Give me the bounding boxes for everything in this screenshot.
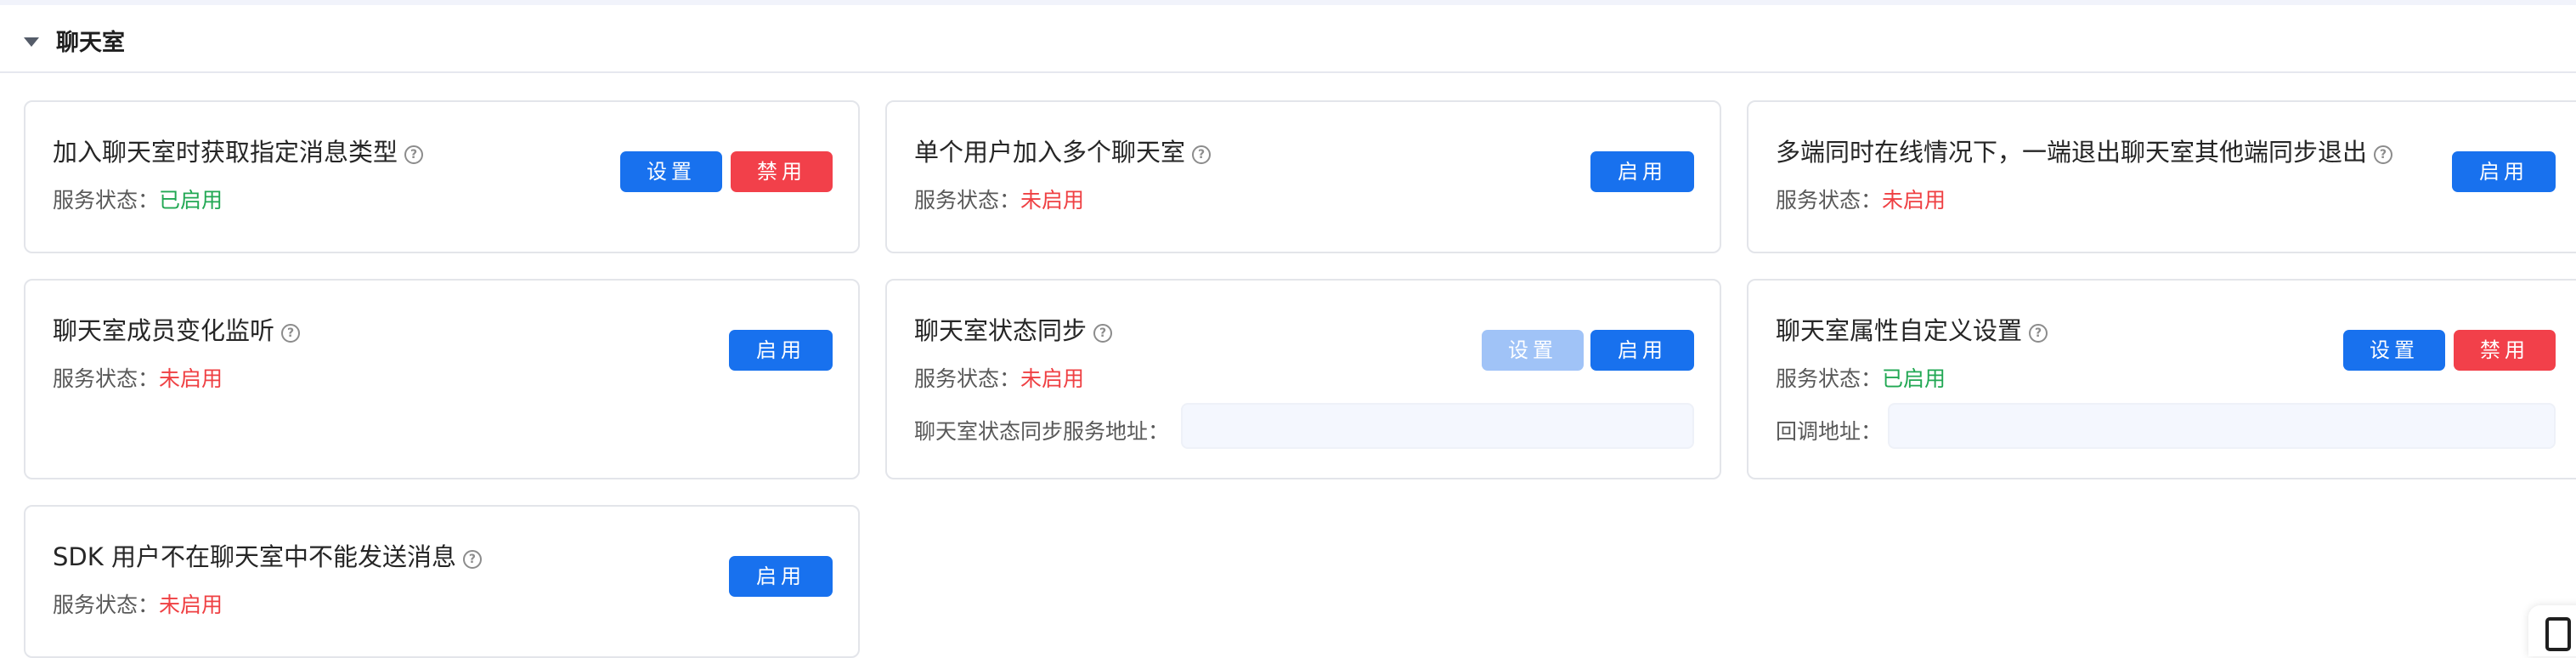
feature-card: 单个用户加入多个聊天室? 服务状态：未启用 启用: [885, 100, 1721, 253]
status-value: 未启用: [159, 593, 223, 617]
service-status: 服务状态：未启用: [1776, 188, 1946, 213]
callback-address-input[interactable]: [1888, 403, 2556, 449]
enable-button[interactable]: 启用: [729, 330, 833, 371]
caret-down-icon[interactable]: [24, 37, 39, 47]
feature-title: 聊天室成员变化监听?: [53, 311, 301, 347]
question-circle-icon[interactable]: ?: [2029, 324, 2048, 343]
feature-card: 聊天室属性自定义设置? 服务状态：已启用 设置 禁用 回调地址：: [1747, 279, 2576, 479]
document-icon: [2545, 617, 2571, 651]
status-value: 未启用: [1020, 188, 1085, 213]
disable-button[interactable]: 禁用: [2454, 330, 2556, 371]
section-header[interactable]: 聊天室: [0, 5, 2576, 73]
feature-card: 聊天室成员变化监听? 服务状态：未启用 启用: [24, 279, 860, 479]
enable-button[interactable]: 启用: [1590, 330, 1694, 371]
feature-card: 加入聊天室时获取指定消息类型? 服务状态：已启用 设置 禁用: [24, 100, 860, 253]
section-title: 聊天室: [56, 30, 125, 56]
status-value: 未启用: [159, 366, 223, 391]
callback-address-label: 回调地址：: [1776, 419, 1883, 444]
service-status: 服务状态：已启用: [53, 188, 223, 213]
feature-title: 聊天室状态同步?: [914, 311, 1113, 347]
feature-card: 聊天室状态同步? 服务状态：未启用 设置 启用 聊天室状态同步服务地址：: [885, 279, 1721, 479]
question-circle-icon[interactable]: ?: [1192, 145, 1212, 164]
status-value: 已启用: [1882, 366, 1946, 391]
settings-button[interactable]: 设置: [2343, 330, 2445, 371]
feature-title: 单个用户加入多个聊天室?: [914, 133, 1212, 168]
question-circle-icon[interactable]: ?: [404, 145, 424, 164]
sync-service-address-input[interactable]: [1181, 403, 1694, 449]
service-status: 服务状态：已启用: [1776, 366, 1946, 391]
feature-title: 多端同时在线情况下，一端退出聊天室其他端同步退出?: [1776, 133, 2393, 168]
disable-button[interactable]: 禁用: [731, 151, 833, 192]
enable-button[interactable]: 启用: [2452, 151, 2556, 192]
floating-document-button[interactable]: [2528, 605, 2576, 656]
question-circle-icon[interactable]: ?: [281, 324, 301, 343]
status-value: 未启用: [1020, 366, 1085, 391]
question-circle-icon[interactable]: ?: [1093, 324, 1113, 343]
question-circle-icon[interactable]: ?: [462, 550, 482, 569]
sync-service-address-label: 聊天室状态同步服务地址：: [914, 419, 1170, 444]
question-circle-icon[interactable]: ?: [2374, 145, 2393, 164]
feature-title: 加入聊天室时获取指定消息类型?: [53, 133, 424, 168]
enable-button[interactable]: 启用: [729, 556, 833, 597]
settings-button[interactable]: 设置: [620, 151, 722, 192]
feature-card: 多端同时在线情况下，一端退出聊天室其他端同步退出? 服务状态：未启用 启用: [1747, 100, 2576, 253]
status-value: 已启用: [159, 188, 223, 213]
feature-title: 聊天室属性自定义设置?: [1776, 311, 2048, 347]
service-status: 服务状态：未启用: [914, 188, 1085, 213]
feature-card: SDK 用户不在聊天室中不能发送消息? 服务状态：未启用 启用: [24, 505, 860, 658]
service-status: 服务状态：未启用: [53, 366, 223, 391]
status-value: 未启用: [1882, 188, 1946, 213]
service-status: 服务状态：未启用: [53, 593, 223, 617]
feature-title: SDK 用户不在聊天室中不能发送消息?: [53, 537, 482, 573]
service-status: 服务状态：未启用: [914, 366, 1085, 391]
settings-button[interactable]: 设置: [1482, 330, 1584, 371]
enable-button[interactable]: 启用: [1590, 151, 1694, 192]
